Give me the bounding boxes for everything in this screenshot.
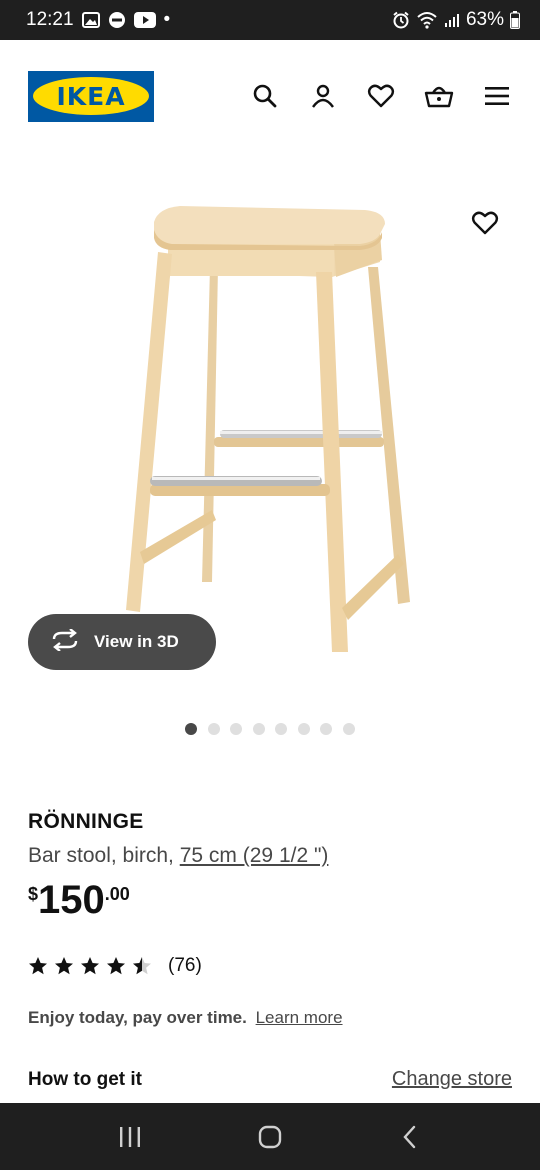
how-to-get-it-title: How to get it bbox=[28, 1068, 142, 1090]
site-header: IKEA bbox=[0, 40, 540, 152]
more-notifications-dot: • bbox=[163, 9, 171, 30]
gallery-dot-3[interactable] bbox=[230, 723, 243, 735]
logo-text: IKEA bbox=[33, 77, 149, 115]
rotate-3d-icon bbox=[50, 627, 80, 656]
product-rating[interactable]: (76) bbox=[28, 955, 202, 977]
change-store-link[interactable]: Change store bbox=[392, 1068, 512, 1091]
back-icon[interactable] bbox=[390, 1117, 430, 1157]
price-integer: 150 bbox=[38, 878, 105, 922]
learn-more-link[interactable]: Learn more bbox=[256, 1008, 343, 1027]
gallery-notification-icon bbox=[81, 12, 100, 28]
product-size-link[interactable]: 75 cm (29 1/2 ") bbox=[180, 844, 329, 867]
gallery-dot-7[interactable] bbox=[320, 723, 333, 735]
price-currency: $ bbox=[28, 884, 39, 904]
home-icon[interactable] bbox=[250, 1117, 290, 1157]
search-icon[interactable] bbox=[250, 81, 280, 111]
clock: 12:21 bbox=[26, 9, 74, 30]
battery-percent: 63% bbox=[465, 9, 504, 30]
heart-icon[interactable] bbox=[366, 81, 396, 111]
youtube-icon bbox=[133, 12, 156, 28]
alarm-icon bbox=[392, 11, 410, 29]
account-icon[interactable] bbox=[308, 81, 338, 111]
header-actions bbox=[250, 81, 512, 111]
view-in-3d-button[interactable]: View in 3D bbox=[28, 614, 216, 670]
system-navigation-bar bbox=[0, 1103, 540, 1170]
gallery-pagination bbox=[0, 723, 540, 735]
star-icon bbox=[55, 957, 73, 975]
product-gallery[interactable]: View in 3D bbox=[0, 152, 540, 712]
status-bar: 12:21 • 63% bbox=[0, 0, 540, 40]
gallery-dot-8[interactable] bbox=[342, 723, 355, 735]
product-description: Bar stool, birch, 75 cm (29 1/2 ") bbox=[28, 844, 512, 868]
wifi-icon bbox=[416, 11, 438, 29]
star-icon bbox=[29, 957, 47, 975]
star-icon bbox=[81, 957, 99, 975]
price-decimal: .00 bbox=[104, 884, 130, 904]
how-to-get-it-section: How to get it Change store bbox=[28, 1068, 512, 1091]
recent-apps-icon[interactable] bbox=[110, 1117, 150, 1157]
ikea-logo[interactable]: IKEA bbox=[28, 70, 154, 122]
gallery-dot-5[interactable] bbox=[275, 723, 288, 735]
product-price: $ 150 .00 bbox=[28, 878, 512, 922]
product-info: RÖNNINGE Bar stool, birch, 75 cm (29 1/2… bbox=[28, 810, 512, 922]
do-not-disturb-icon bbox=[108, 11, 126, 29]
product-type-text: Bar stool, birch, bbox=[28, 844, 180, 867]
view-in-3d-label: View in 3D bbox=[94, 632, 179, 651]
add-to-favourites-heart-icon[interactable] bbox=[470, 208, 500, 238]
review-count: (76) bbox=[168, 955, 202, 976]
gallery-dot-4[interactable] bbox=[252, 723, 265, 735]
gallery-dot-2[interactable] bbox=[207, 723, 220, 735]
gallery-dot-6[interactable] bbox=[297, 723, 310, 735]
cart-icon[interactable] bbox=[424, 81, 454, 111]
gallery-dot-1[interactable] bbox=[185, 723, 198, 735]
product-name: RÖNNINGE bbox=[28, 810, 144, 833]
product-image bbox=[126, 206, 410, 652]
financing-banner: Enjoy today, pay over time. Learn more bbox=[28, 1008, 343, 1028]
menu-icon[interactable] bbox=[482, 81, 512, 111]
half-star-icon bbox=[133, 957, 151, 975]
star-icon bbox=[107, 957, 125, 975]
battery-icon bbox=[510, 11, 520, 29]
financing-text: Enjoy today, pay over time. bbox=[28, 1008, 247, 1027]
signal-icon bbox=[444, 12, 460, 28]
